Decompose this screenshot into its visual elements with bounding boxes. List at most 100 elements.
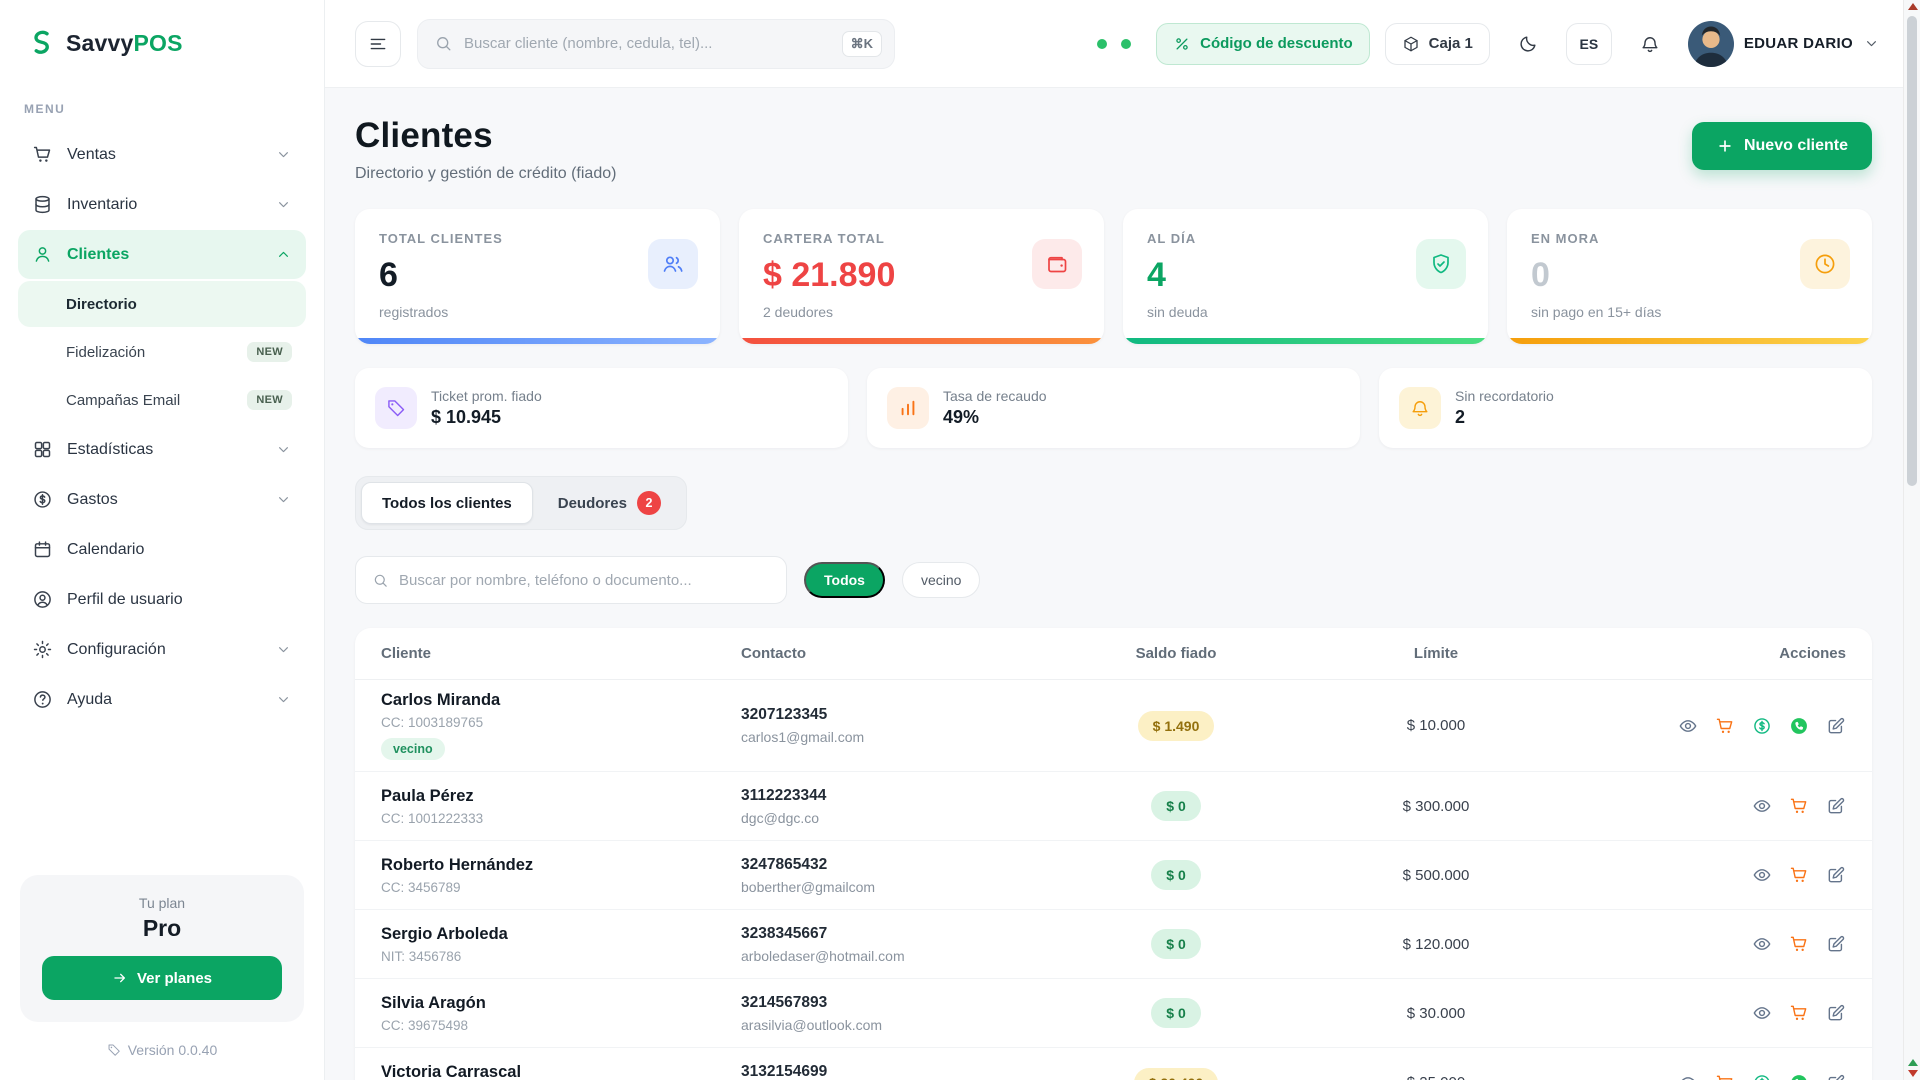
saldo-badge: $ 0 [1151,929,1200,959]
edit-client-button[interactable] [1826,1003,1846,1023]
scrollbar-up-arrow[interactable] [1908,3,1918,10]
limite-value: $ 25.000 [1316,1074,1556,1080]
tab-label: Todos los clientes [382,495,512,512]
saldo-cell: $ 0 [1036,998,1316,1028]
edit-client-button[interactable] [1826,1073,1846,1080]
stat-total-clientes: TOTAL CLIENTES 6 registrados [355,209,720,344]
table-row[interactable]: Carlos Miranda CC: 1003189765 vecino 320… [355,680,1872,772]
discount-code-button[interactable]: Código de descuento [1156,23,1370,65]
new-sale-button[interactable] [1715,1073,1735,1080]
whatsapp-button[interactable] [1789,1073,1809,1080]
cash-register-button[interactable]: Caja 1 [1385,23,1490,65]
table-row[interactable]: Silvia Aragón CC: 39675498 3214567893 ar… [355,979,1872,1048]
global-search-input[interactable] [464,35,831,52]
mini-cards: Ticket prom. fiado $ 10.945 Tasa de reca… [355,368,1872,448]
scrollbar-down-arrow[interactable] [1908,1070,1918,1077]
brand-name-dark: Savvy [66,30,134,56]
new-sale-button[interactable] [1789,934,1809,954]
sidebar-item-ayuda[interactable]: Ayuda [18,675,306,724]
scrollbar-thumb[interactable] [1907,16,1917,486]
sidebar-item-gastos[interactable]: Gastos [18,475,306,524]
sidebar-item-clientes[interactable]: Clientes [18,230,306,279]
chevron-down-icon [275,441,292,458]
user-menu[interactable]: EDUAR DARIO [1688,21,1880,67]
saldo-cell: $ 0 [1036,860,1316,890]
stat-cards: TOTAL CLIENTES 6 registrados CARTERA TOT… [355,209,1872,344]
tab-label: Deudores [558,495,627,512]
edit-client-button[interactable] [1826,716,1846,736]
whatsapp-icon [1789,716,1809,736]
sidebar-subitem-directorio[interactable]: Directorio [18,281,306,327]
table-row[interactable]: Victoria Carrascal CC: 1010456778 313215… [355,1048,1872,1080]
whatsapp-button[interactable] [1789,716,1809,736]
view-plans-button[interactable]: Ver planes [42,956,282,1000]
plan-label: Tu plan [42,895,282,911]
eye-icon [1752,1003,1772,1023]
edit-client-button[interactable] [1826,934,1846,954]
topbar: ⌘K Código de descuento Caja 1 ES [325,0,1920,88]
client-cell: Victoria Carrascal CC: 1010456778 [381,1063,741,1080]
chevron-down-icon [275,691,292,708]
cart-icon [1789,796,1809,816]
view-client-button[interactable] [1678,1073,1698,1080]
client-filter-input[interactable] [399,572,770,589]
language-button[interactable]: ES [1566,23,1612,65]
view-client-button[interactable] [1678,716,1698,736]
view-client-button[interactable] [1752,1003,1772,1023]
mini-value: 49% [943,407,1047,428]
page-head: Clientes Directorio y gestión de crédito… [355,116,1872,183]
row-actions [1556,1003,1846,1023]
col-acciones: Acciones [1556,645,1846,662]
sidebar-item-inventario[interactable]: Inventario [18,180,306,229]
new-client-label: Nuevo cliente [1744,137,1848,155]
notifications-button[interactable] [1627,21,1673,67]
new-sale-button[interactable] [1789,1003,1809,1023]
table-row[interactable]: Roberto Hernández CC: 3456789 3247865432… [355,841,1872,910]
table-row[interactable]: Paula Pérez CC: 1001222333 3112223344 dg… [355,772,1872,841]
collect-payment-button[interactable] [1752,1073,1772,1080]
row-actions [1556,865,1846,885]
sidebar-item-ventas[interactable]: Ventas [18,130,306,179]
discount-code-label: Código de descuento [1200,35,1353,52]
sidebar-item-calendario[interactable]: Calendario [18,525,306,574]
contact-cell: 3238345667 arboledaser@hotmail.com [741,925,1036,964]
new-sale-button[interactable] [1789,796,1809,816]
saldo-cell: $ 1.490 [1036,711,1316,741]
filter-chip-vecino[interactable]: vecino [902,562,980,598]
saldo-cell: $ 0 [1036,929,1316,959]
view-client-button[interactable] [1752,934,1772,954]
edit-client-button[interactable] [1826,865,1846,885]
sidebar-item-label: Configuración [67,641,166,659]
search-icon [434,34,453,53]
status-dots [1097,39,1131,49]
sidebar-item-estadisticas[interactable]: Estadísticas [18,425,306,474]
plan-card: Tu plan Pro Ver planes [20,875,304,1022]
client-phone: 3238345667 [741,925,1036,943]
edit-client-button[interactable] [1826,796,1846,816]
global-search: ⌘K [417,19,895,69]
new-client-button[interactable]: Nuevo cliente [1692,122,1872,170]
sidebar-subitem-fidelizacion[interactable]: Fidelización NEW [18,329,306,375]
sidebar-subitem-campanas-email[interactable]: Campañas Email NEW [18,377,306,423]
collect-payment-button[interactable] [1752,716,1772,736]
table-row[interactable]: Sergio Arboleda NIT: 3456786 3238345667 … [355,910,1872,979]
sidebar-item-configuracion[interactable]: Configuración [18,625,306,674]
gear-icon [32,639,53,660]
dark-mode-button[interactable] [1505,21,1551,67]
arrow-right-icon [112,970,128,986]
tab-deudores[interactable]: Deudores 2 [538,482,681,524]
clients-table: Cliente Contacto Saldo fiado Límite Acci… [355,628,1872,1080]
app-logo[interactable]: SavvyPOS [0,0,324,68]
page-scrollbar[interactable] [1903,0,1920,1080]
box-icon [1402,35,1420,53]
bell-icon [1399,387,1441,429]
sidebar-item-perfil[interactable]: Perfil de usuario [18,575,306,624]
client-cell: Roberto Hernández CC: 3456789 [381,856,741,895]
filter-chip-todos[interactable]: Todos [804,562,885,598]
sidebar-toggle-button[interactable] [355,21,401,67]
view-client-button[interactable] [1752,796,1772,816]
tab-todos-los-clientes[interactable]: Todos los clientes [361,482,533,524]
new-sale-button[interactable] [1715,716,1735,736]
new-sale-button[interactable] [1789,865,1809,885]
view-client-button[interactable] [1752,865,1772,885]
